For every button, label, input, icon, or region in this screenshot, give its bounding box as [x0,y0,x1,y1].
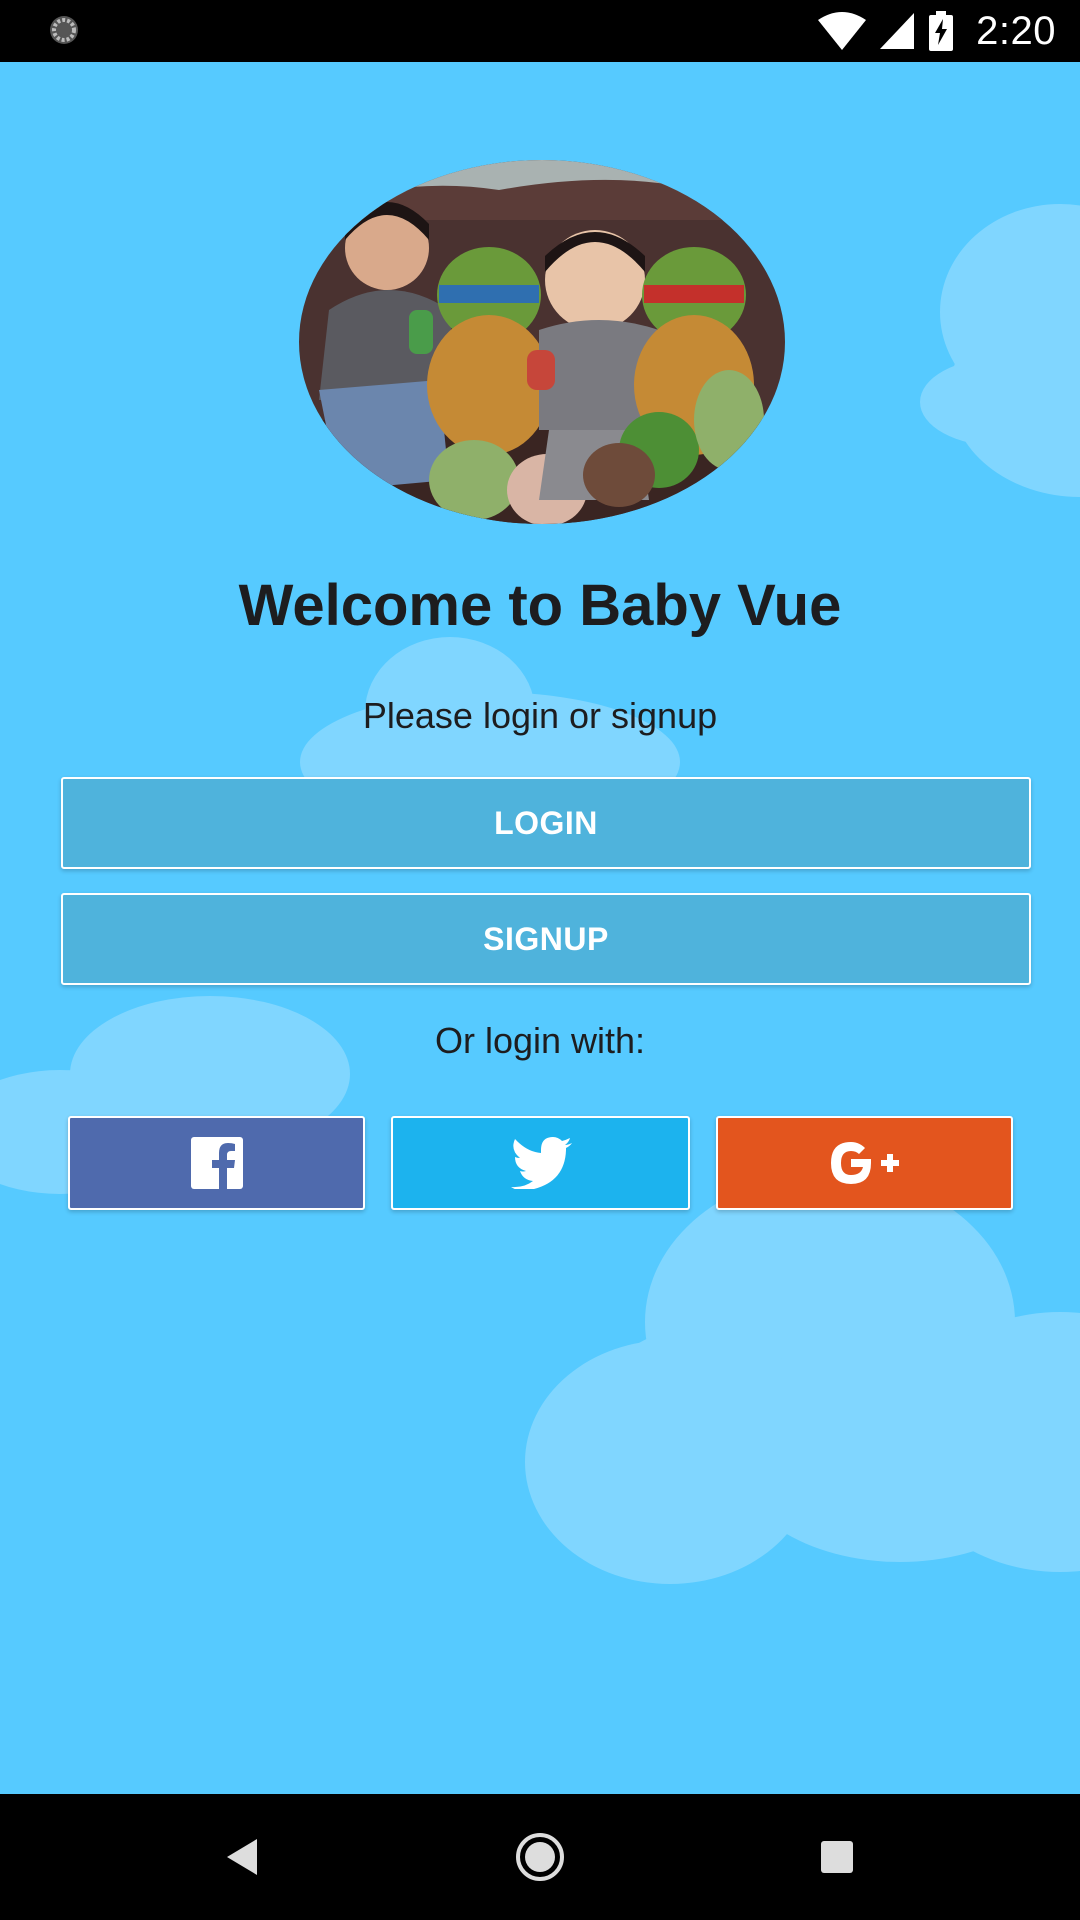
recent-apps-icon [821,1841,853,1873]
google-plus-login-button[interactable] [716,1116,1013,1210]
recent-apps-button[interactable] [804,1824,870,1890]
phone-screen: 2:20 Welcome to Baby Vue Please login or… [0,0,1080,1920]
signup-button[interactable]: SIGNUP [61,893,1031,985]
status-bar: 2:20 [0,0,1080,62]
home-icon [516,1833,564,1881]
facebook-icon [190,1137,243,1189]
twitter-icon [510,1137,572,1189]
back-button[interactable] [208,1824,274,1890]
welcome-screen: Welcome to Baby Vue Please login or sign… [0,62,1080,1794]
cell-signal-icon [880,13,915,49]
profile-photo [299,160,785,524]
wifi-icon [818,12,867,50]
battery-charging-icon [929,11,954,51]
login-button[interactable]: LOGIN [61,777,1031,869]
back-icon [227,1839,257,1875]
welcome-subtitle: Please login or signup [362,695,718,736]
welcome-title: Welcome to Baby Vue [238,573,842,638]
home-button[interactable] [507,1824,573,1890]
twitter-login-button[interactable] [391,1116,690,1210]
status-icons: 2:20 [818,0,1056,62]
navigation-bar [0,1794,1080,1920]
loading-spinner-icon [50,16,78,44]
google-plus-icon [830,1142,899,1184]
status-time: 2:20 [976,8,1056,53]
or-login-with-label: Or login with: [434,1020,646,1061]
facebook-login-button[interactable] [68,1116,365,1210]
